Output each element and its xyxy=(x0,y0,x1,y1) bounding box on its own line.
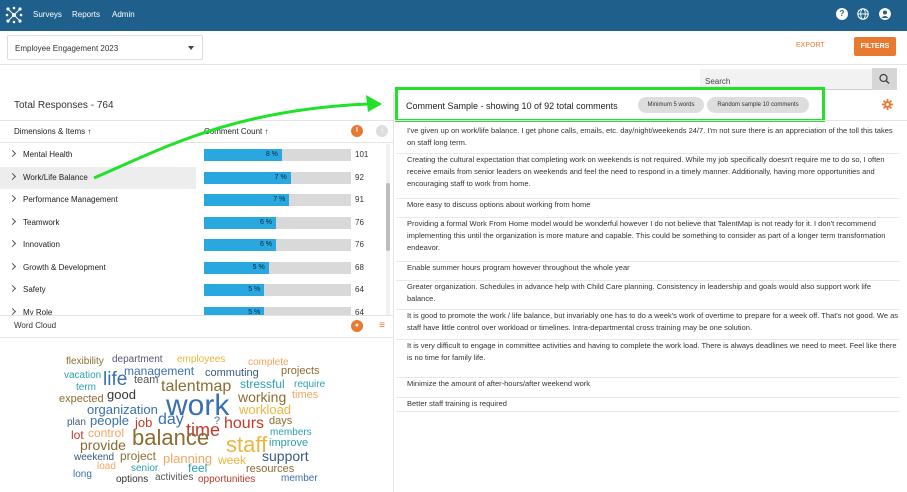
annotation-arrow xyxy=(93,95,382,180)
